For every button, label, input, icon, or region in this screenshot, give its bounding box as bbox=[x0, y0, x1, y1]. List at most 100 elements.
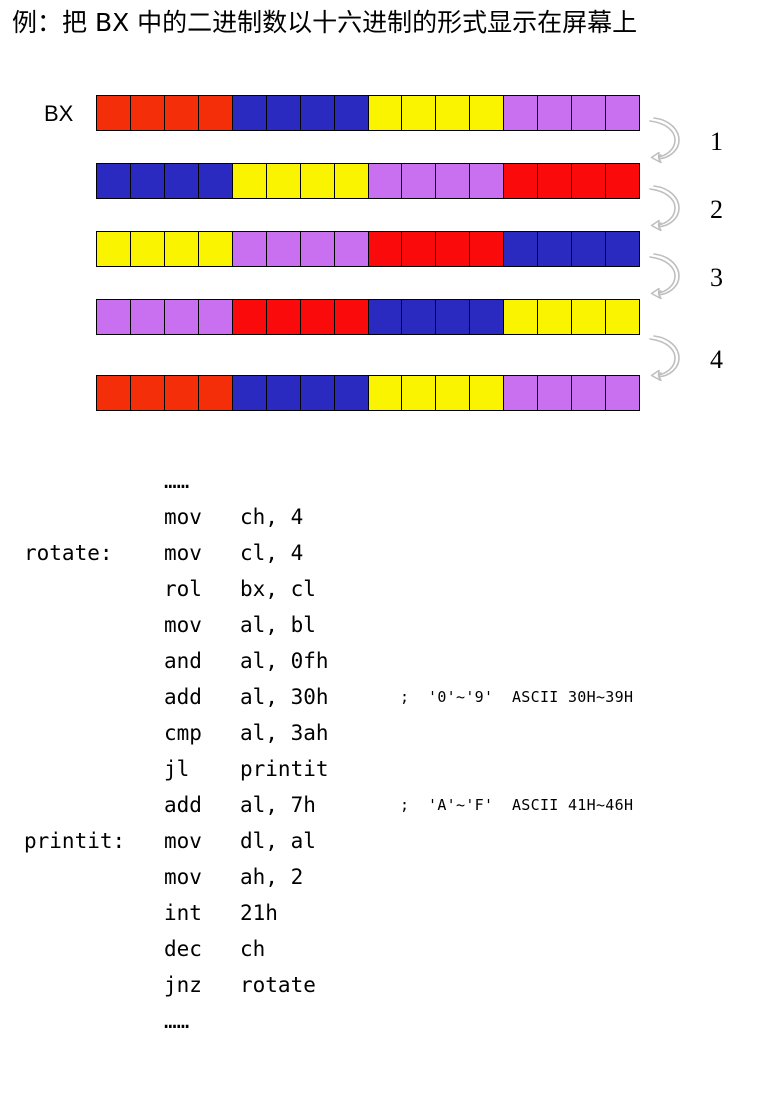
bit-cell bbox=[198, 376, 233, 410]
bit-cell bbox=[402, 164, 437, 198]
code-operands: rotate bbox=[240, 973, 316, 997]
bit-cell bbox=[198, 96, 233, 130]
bit-cell bbox=[300, 376, 335, 410]
code-line: cmp al, 3ah bbox=[0, 715, 776, 751]
bit-cell bbox=[470, 232, 505, 266]
code-operands: dl, al bbox=[240, 829, 316, 853]
bit-rotation-diagram: BX 1 2 3 4 bbox=[0, 85, 776, 435]
bit-cell bbox=[572, 232, 607, 266]
bit-cell bbox=[504, 232, 539, 266]
code-line: jnz rotate bbox=[0, 967, 776, 1003]
code-operands: al, 3ah bbox=[240, 721, 329, 745]
bit-cell bbox=[164, 164, 199, 198]
bit-cell bbox=[606, 376, 639, 410]
bit-cell bbox=[538, 376, 573, 410]
rotation-step-number: 3 bbox=[710, 263, 723, 292]
bit-cell bbox=[97, 232, 131, 266]
bit-cell bbox=[470, 96, 505, 130]
bit-cell bbox=[606, 164, 639, 198]
code-line: printit: mov dl, al bbox=[0, 823, 776, 859]
code-mnemonic: mov bbox=[164, 541, 202, 565]
bit-cell bbox=[97, 164, 131, 198]
bit-cell bbox=[334, 96, 369, 130]
code-line: mov ah, 2 bbox=[0, 859, 776, 895]
register-label-bx: BX bbox=[44, 101, 74, 126]
bit-cell bbox=[300, 232, 335, 266]
bit-cell bbox=[538, 300, 573, 334]
bit-cell bbox=[97, 96, 131, 130]
bit-cell bbox=[572, 164, 607, 198]
bit-cell bbox=[232, 232, 267, 266]
code-mnemonic: cmp bbox=[164, 721, 202, 745]
bit-cell bbox=[198, 232, 233, 266]
bit-cell bbox=[130, 300, 165, 334]
code-operands: ah, 2 bbox=[240, 865, 304, 889]
code-operands: al, 0fh bbox=[240, 649, 329, 673]
bit-cell bbox=[300, 96, 335, 130]
bit-cell bbox=[334, 376, 369, 410]
bit-cell bbox=[232, 376, 267, 410]
bit-cell bbox=[436, 96, 471, 130]
bit-cell bbox=[402, 232, 437, 266]
code-operands: al, 30h bbox=[240, 685, 329, 709]
bit-cell bbox=[572, 376, 607, 410]
bit-cell bbox=[436, 300, 471, 334]
bit-cell bbox=[334, 300, 369, 334]
bit-cell bbox=[164, 96, 199, 130]
code-ellipsis: …… bbox=[164, 1009, 190, 1033]
bit-cell bbox=[164, 232, 199, 266]
bit-cell bbox=[368, 376, 403, 410]
bit-cell bbox=[130, 376, 165, 410]
code-mnemonic: add bbox=[164, 793, 202, 817]
bit-cell bbox=[572, 300, 607, 334]
bit-cell bbox=[130, 96, 165, 130]
code-line: add al, 7h ; 'A'~'F' ASCII 41H~46H bbox=[0, 787, 776, 823]
bit-cell bbox=[504, 376, 539, 410]
code-line: jl printit bbox=[0, 751, 776, 787]
bit-cell bbox=[164, 300, 199, 334]
code-comment: ; 'A'~'F' ASCII 41H~46H bbox=[400, 796, 634, 814]
code-mnemonic: mov bbox=[164, 505, 202, 529]
code-operands: ch bbox=[240, 937, 266, 961]
page-title: 例：把 BX 中的二进制数以十六进制的形式显示在屏幕上 bbox=[12, 8, 638, 37]
bit-cell bbox=[368, 232, 403, 266]
bit-cell bbox=[130, 164, 165, 198]
bit-cell bbox=[368, 96, 403, 130]
code-mnemonic: mov bbox=[164, 829, 202, 853]
bit-cell bbox=[538, 164, 573, 198]
code-operands: ch, 4 bbox=[240, 505, 304, 529]
code-mnemonic: rol bbox=[164, 577, 202, 601]
bit-cell bbox=[266, 232, 301, 266]
code-label: printit: bbox=[24, 829, 126, 853]
code-line: and al, 0fh bbox=[0, 643, 776, 679]
bit-row bbox=[96, 375, 640, 411]
bit-cell bbox=[300, 164, 335, 198]
bit-row bbox=[96, 95, 640, 131]
rotation-step-number: 4 bbox=[710, 345, 723, 374]
bit-cell bbox=[436, 164, 471, 198]
bit-cell bbox=[232, 300, 267, 334]
code-line: dec ch bbox=[0, 931, 776, 967]
bit-cell bbox=[130, 232, 165, 266]
code-mnemonic: jl bbox=[164, 757, 190, 781]
code-line: rol bx, cl bbox=[0, 571, 776, 607]
bit-cell bbox=[402, 96, 437, 130]
bit-row bbox=[96, 163, 640, 199]
code-mnemonic: add bbox=[164, 685, 202, 709]
bit-cell bbox=[572, 96, 607, 130]
bit-cell bbox=[538, 96, 573, 130]
bit-cell bbox=[198, 300, 233, 334]
code-mnemonic: mov bbox=[164, 865, 202, 889]
code-mnemonic: int bbox=[164, 901, 202, 925]
bit-cell bbox=[470, 376, 505, 410]
assembly-code-listing: …… mov ch, 4 rotate: mov cl, 4 rol bx, cl mov al,… bbox=[0, 463, 776, 1039]
bit-cell bbox=[402, 376, 437, 410]
bit-cell bbox=[368, 300, 403, 334]
bit-cell bbox=[606, 300, 639, 334]
bit-cell bbox=[402, 300, 437, 334]
bit-cell bbox=[164, 376, 199, 410]
bit-row bbox=[96, 299, 640, 335]
bit-cell bbox=[470, 164, 505, 198]
bit-cell bbox=[266, 300, 301, 334]
code-ellipsis: …… bbox=[164, 469, 190, 493]
